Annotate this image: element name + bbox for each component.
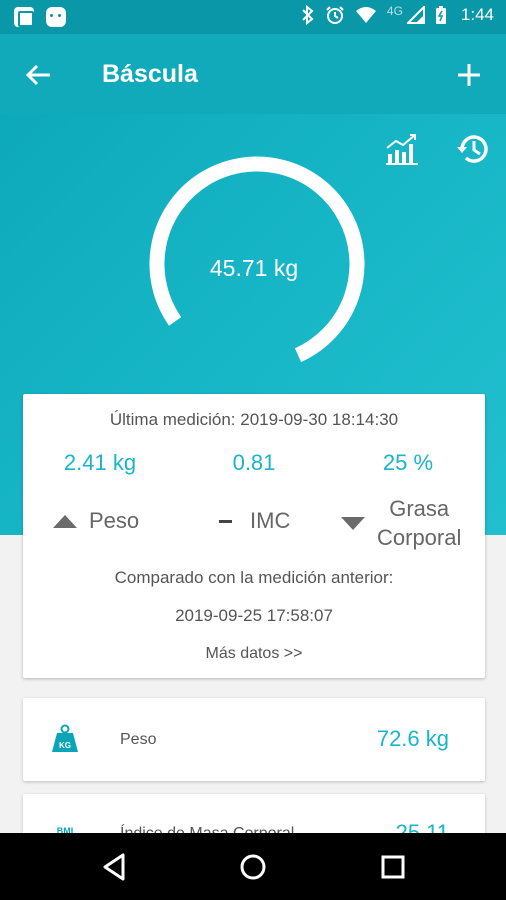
weight-delta-value: 2.41 kg [63,450,137,475]
comparison-text: Comparado con la medición anterior: [114,568,394,587]
no-change-dash-icon [219,519,232,523]
wifi-icon [355,7,376,23]
body-fat-label-line1: Grasa [389,496,450,521]
battery-icon [435,6,446,24]
app-toolbar: Báscula [0,34,506,114]
increase-triangle-icon [53,514,77,528]
network-type: 4G [386,4,403,18]
svg-text:KG: KG [59,741,71,750]
add-icon[interactable] [452,58,486,92]
nav-recent-apps-icon[interactable] [377,851,409,883]
scale-screen: 4G 1:44 Báscula 45.71 kg Última medición… [0,0,506,900]
bmi-delta-value: 0.81 [232,450,276,475]
status-bar: 4G 1:44 [0,0,506,34]
weight-delta-label: Peso [53,508,139,534]
delta-labels: Peso IMC Grasa Corporal [23,494,485,554]
comparison-date: 2019-09-25 17:58:07 [175,606,333,625]
android-notification-icon [46,7,66,27]
measurement-summary-card: Última medición: 2019-09-30 18:14:30 2.4… [23,394,485,678]
system-navigation-bar [0,833,506,900]
decrease-triangle-icon [341,516,365,530]
trend-chart-icon[interactable] [384,132,420,166]
metric-label: Peso [120,731,157,748]
kg-weight-icon: KG [52,724,78,752]
clock-time: 1:44 [460,5,494,24]
bluetooth-icon [302,5,314,25]
nav-back-icon[interactable] [99,851,131,883]
body-fat-delta-value: 25 % [382,450,434,475]
weight-value: 45.71 kg [209,255,299,281]
page-title: Báscula [102,60,198,88]
history-icon[interactable] [455,131,491,167]
more-data-link[interactable]: Más datos >> [23,645,485,663]
metric-row-weight[interactable]: KG Peso 72.6 kg [23,698,485,781]
body-fat-label-line2: Corporal [377,525,462,550]
weight-label: Peso [89,508,140,533]
metric-value: 72.6 kg [376,726,449,751]
last-measurement-text: Última medición: 2019-09-30 18:14:30 [109,410,399,429]
nav-home-icon[interactable] [237,851,269,883]
bmi-label: IMC [250,508,291,533]
app-notification-icon [14,7,34,27]
body-fat-delta-label: Grasa Corporal [341,494,461,552]
cell-signal-icon [406,6,425,24]
alarm-icon [326,6,344,24]
back-arrow-icon[interactable] [22,58,56,92]
bmi-delta-label: IMC [219,508,290,534]
